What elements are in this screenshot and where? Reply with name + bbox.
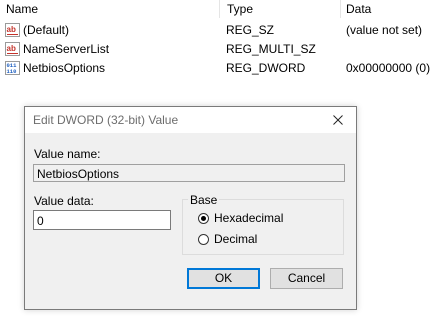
column-header-data[interactable]: Data bbox=[342, 1, 371, 17]
list-item[interactable]: ab (Default) REG_SZ (value not set) bbox=[0, 21, 442, 40]
ok-button[interactable]: OK bbox=[187, 268, 260, 289]
cancel-button[interactable]: Cancel bbox=[270, 268, 343, 289]
decimal-label: Decimal bbox=[214, 232, 258, 246]
radio-unselected-icon bbox=[198, 233, 209, 245]
value-data-label: Value data: bbox=[34, 194, 94, 208]
value-type: REG_MULTI_SZ bbox=[226, 42, 316, 56]
column-divider[interactable] bbox=[219, 0, 220, 18]
svg-text:110: 110 bbox=[7, 68, 17, 75]
list-header: Name Type Data bbox=[0, 0, 442, 18]
list-item[interactable]: ab NameServerList REG_MULTI_SZ bbox=[0, 40, 442, 59]
hexadecimal-label: Hexadecimal bbox=[214, 211, 284, 225]
value-data-field[interactable]: 0 bbox=[33, 210, 171, 230]
close-icon bbox=[333, 115, 343, 125]
radio-selected-icon bbox=[198, 212, 209, 224]
binary-value-icon: 011 110 bbox=[5, 61, 20, 75]
string-value-icon: ab bbox=[5, 42, 20, 56]
value-type: REG_SZ bbox=[226, 23, 275, 37]
dialog-title: Edit DWORD (32-bit) Value bbox=[33, 113, 179, 127]
list-item[interactable]: 011 110 NetbiosOptions REG_DWORD 0x00000… bbox=[0, 59, 442, 78]
value-data: (value not set) bbox=[346, 23, 423, 37]
svg-text:ab: ab bbox=[7, 44, 16, 53]
value-name-field[interactable]: NetbiosOptions bbox=[33, 164, 345, 182]
dialog-titlebar[interactable]: Edit DWORD (32-bit) Value bbox=[25, 107, 356, 133]
value-type: REG_DWORD bbox=[226, 61, 306, 75]
base-label: Base bbox=[188, 193, 220, 207]
value-name-label: Value name: bbox=[34, 147, 101, 161]
value-name: NameServerList bbox=[23, 42, 110, 56]
svg-text:ab: ab bbox=[7, 25, 16, 34]
value-name: (Default) bbox=[23, 23, 70, 37]
column-divider[interactable] bbox=[340, 0, 341, 18]
column-header-name[interactable]: Name bbox=[2, 1, 38, 17]
value-name: NetbiosOptions bbox=[23, 61, 106, 75]
string-value-icon: ab bbox=[5, 23, 20, 37]
hexadecimal-radio[interactable]: Hexadecimal bbox=[198, 210, 283, 226]
decimal-radio[interactable]: Decimal bbox=[198, 231, 257, 247]
value-data: 0x00000000 (0) bbox=[346, 61, 431, 75]
edit-dword-dialog: Edit DWORD (32-bit) Value Value name: Ne… bbox=[24, 106, 357, 310]
column-header-type[interactable]: Type bbox=[223, 1, 253, 17]
close-button[interactable] bbox=[320, 107, 356, 133]
